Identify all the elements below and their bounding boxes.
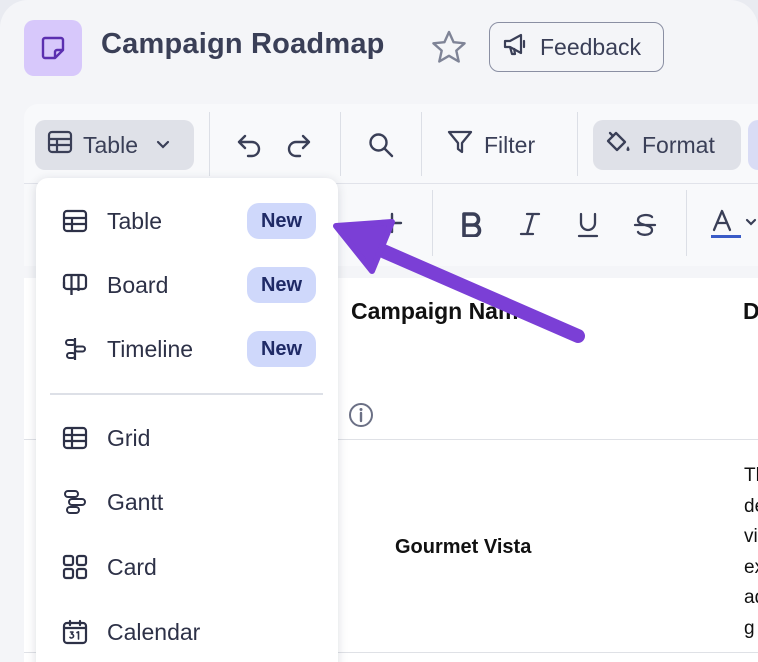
gantt-icon — [62, 489, 88, 515]
toolbar-divider — [577, 112, 578, 176]
paint-bucket-icon — [604, 128, 632, 162]
feedback-label: Feedback — [540, 33, 642, 60]
filter-label: Filter — [484, 131, 536, 158]
chevron-down-icon — [154, 132, 172, 159]
description-fragment: vi — [744, 526, 758, 547]
toolbar-divider — [421, 112, 422, 176]
menu-item-label: Calendar — [107, 618, 201, 645]
favorite-star-icon[interactable] — [430, 29, 468, 72]
search-icon[interactable] — [367, 131, 395, 159]
description-fragment: g — [744, 617, 755, 639]
menu-item-label: Table — [107, 207, 162, 234]
card-icon — [62, 554, 88, 580]
description-cell[interactable]: Th de vi ex ad g — [744, 461, 758, 644]
toolbar-divider — [686, 190, 687, 256]
toolbar-overflow-button[interactable] — [748, 120, 758, 170]
menu-item-label: Timeline — [107, 335, 194, 362]
format-button[interactable]: Format — [593, 120, 741, 170]
description-fragment: de — [744, 495, 758, 517]
feedback-button[interactable]: Feedback — [489, 22, 664, 72]
board-icon — [62, 272, 88, 298]
calendar-icon — [62, 619, 88, 645]
new-badge: New — [247, 267, 316, 303]
view-menu-item-table[interactable]: Table New — [36, 193, 338, 249]
timeline-icon — [62, 336, 88, 362]
page-title: Campaign Roadmap — [101, 28, 385, 60]
column-header-campaign-name[interactable]: Campaign Name — [351, 298, 531, 325]
format-label: Format — [642, 131, 715, 158]
column-header-next[interactable]: D — [743, 298, 758, 325]
description-fragment: ad — [744, 587, 758, 608]
view-menu-item-board[interactable]: Board New — [36, 257, 338, 313]
menu-item-label: Card — [107, 553, 157, 580]
view-menu-dropdown: Table New Board New Timeline New Grid Ga… — [36, 178, 338, 662]
filter-button[interactable]: Filter — [446, 120, 535, 170]
strikethrough-icon[interactable] — [632, 211, 658, 239]
megaphone-icon — [502, 31, 528, 63]
view-menu-item-timeline[interactable]: Timeline New — [36, 321, 338, 377]
toolbar-divider — [209, 112, 210, 176]
underline-icon[interactable] — [575, 211, 601, 239]
app-window: Campaign Roadmap Feedback Table Filter F… — [0, 0, 758, 662]
redo-icon[interactable] — [284, 130, 314, 160]
campaign-name-cell[interactable]: Gourmet Vista — [395, 536, 531, 559]
view-menu-item-calendar[interactable]: Calendar — [36, 604, 338, 660]
menu-divider — [50, 393, 323, 395]
add-icon[interactable] — [379, 210, 405, 236]
italic-icon[interactable] — [517, 211, 543, 237]
bold-icon[interactable] — [458, 211, 484, 237]
view-switcher-label: Table — [83, 131, 138, 158]
undo-icon[interactable] — [234, 130, 264, 160]
toolbar-row-primary: Table Filter Format — [24, 104, 758, 184]
menu-item-label: Grid — [107, 424, 151, 451]
menu-item-label: Gantt — [107, 488, 164, 515]
new-badge: New — [247, 331, 316, 367]
menu-item-label: Board — [107, 271, 169, 298]
info-icon[interactable] — [348, 402, 374, 433]
view-switcher-button[interactable]: Table — [35, 120, 194, 170]
toolbar-divider — [340, 112, 341, 176]
view-menu-item-grid[interactable]: Grid — [36, 410, 338, 466]
description-fragment: ex — [744, 556, 758, 578]
app-logo-icon — [24, 20, 82, 76]
table-icon — [62, 208, 88, 234]
view-menu-item-gantt[interactable]: Gantt — [36, 474, 338, 530]
description-fragment: Th — [744, 465, 758, 486]
grid-icon — [62, 425, 88, 451]
table-icon — [47, 129, 73, 161]
filter-icon — [446, 128, 474, 162]
view-menu-item-card[interactable]: Card — [36, 539, 338, 595]
toolbar-divider — [432, 190, 433, 256]
new-badge: New — [247, 203, 316, 239]
text-color-icon[interactable] — [710, 208, 758, 242]
